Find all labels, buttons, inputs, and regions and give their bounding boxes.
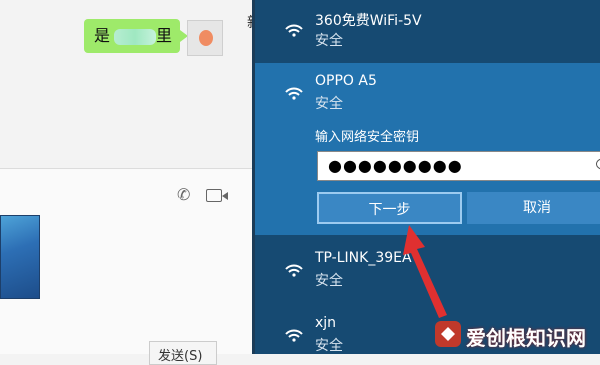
wifi-icon [285,329,303,342]
avatar[interactable] [187,20,223,56]
wifi-icon [285,264,303,277]
video-call-icon[interactable] [206,189,228,202]
network-status: 安全 [315,33,343,49]
network-name: OPPO A5 [315,73,377,89]
network-name: xjn [315,315,337,331]
watermark-text: 爱创根知识网 [466,326,586,350]
password-field[interactable]: ●●●●●●●●● [317,151,600,181]
network-status: 安全 [315,273,343,289]
chat-history: 是里 [0,0,252,169]
message-tail: 里 [156,26,173,45]
cancel-button[interactable]: 取消 [467,192,600,224]
network-item-360[interactable]: 360免费WiFi-5V 安全 [255,0,600,60]
watermark: 爱创根知识网 [435,321,586,351]
message-bubble[interactable]: 是里 [84,19,188,53]
wifi-icon [285,24,303,37]
network-status: 安全 [315,338,343,354]
wifi-icon [285,87,303,100]
password-label: 输入网络安全密钥 [315,130,420,145]
message-text: 是 [94,26,111,45]
blurred-text [114,28,157,45]
arrow-annotation-icon [403,225,447,318]
network-name: 360免费WiFi-5V [315,13,422,29]
phone-icon[interactable]: ✆ [177,185,190,204]
screenshot-thumbnail[interactable] [0,215,40,299]
send-button[interactable]: 发送(S) [149,341,217,365]
watermark-logo-icon [435,321,461,347]
password-value: ●●●●●●●●● [328,156,463,175]
network-status: 安全 [315,96,343,112]
eye-icon[interactable] [596,158,600,170]
